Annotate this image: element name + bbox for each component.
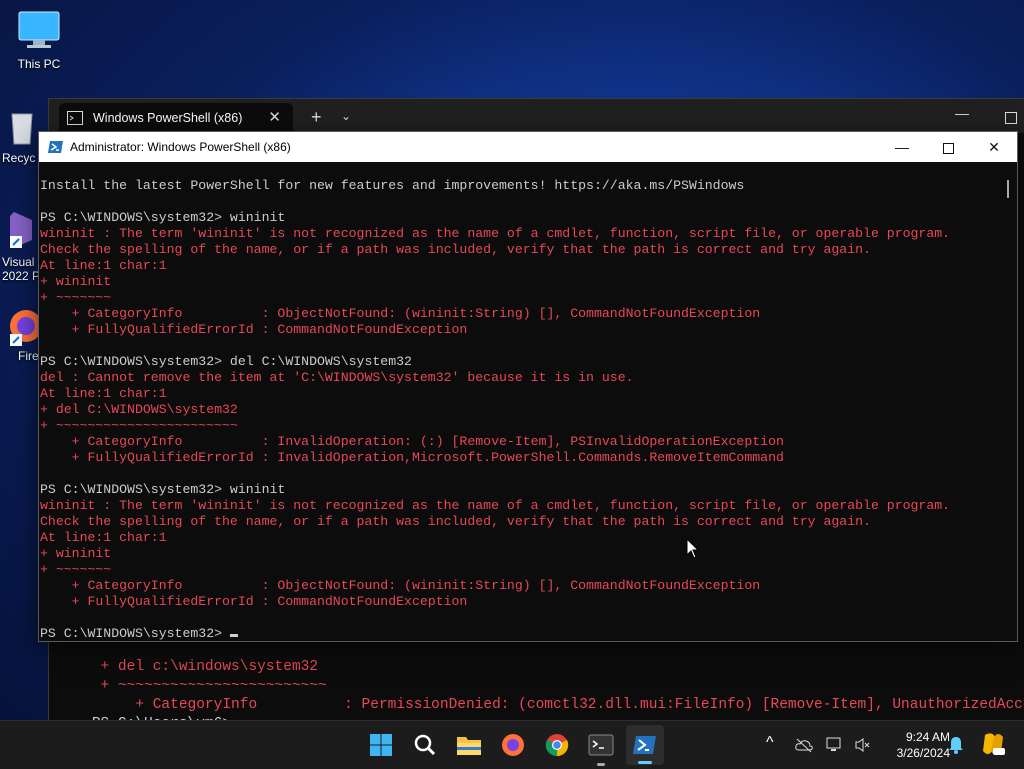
- console-line: Install the latest PowerShell for new fe…: [40, 178, 745, 193]
- console-line: + wininit: [40, 274, 112, 289]
- onedrive-icon[interactable]: [795, 737, 813, 753]
- console-line: PS C:\WINDOWS\system32> wininit: [40, 482, 286, 497]
- console-line: wininit : The term 'wininit' is not reco…: [40, 498, 951, 513]
- file-explorer-icon[interactable]: [454, 730, 484, 760]
- console-line: At line:1 char:1: [40, 530, 167, 545]
- console-line: + CategoryInfo : InvalidOperation: (:) […: [40, 434, 784, 449]
- folder-icon: [457, 737, 481, 755]
- console-line: Check the spelling of the name, or if a …: [40, 242, 871, 257]
- chevron-down-icon[interactable]: ⌄: [341, 109, 351, 123]
- system-clock[interactable]: 9:24 AM 3/26/2024: [880, 729, 950, 761]
- maximize-icon: [942, 142, 954, 154]
- prompt-text: PS C:\WINDOWS\system32>: [40, 626, 230, 641]
- powershell-window[interactable]: Administrator: Windows PowerShell (x86) …: [38, 131, 1018, 642]
- console-prompt[interactable]: PS C:\WINDOWS\system32>: [40, 626, 1000, 641]
- monitor-icon: [18, 11, 60, 48]
- console-line: + ~~~~~~~~~~~~~~~~~~~~~~~~: [91, 678, 327, 694]
- notification-bell-icon[interactable]: [948, 736, 964, 754]
- window-titlebar[interactable]: Administrator: Windows PowerShell (x86) …: [39, 132, 1017, 162]
- desktop-icon-label: This PC: [17, 57, 61, 71]
- firefox-icon: [10, 310, 42, 346]
- terminal-tab-icon: [67, 111, 83, 125]
- console-line: Check the spelling of the name, or if a …: [40, 514, 871, 529]
- window-title: Administrator: Windows PowerShell (x86): [70, 140, 291, 154]
- terminal-app-icon: [588, 734, 614, 756]
- terminal-titlebar[interactable]: Windows PowerShell (x86) ✕ + ⌄ —: [49, 99, 1024, 133]
- firefox-logo-icon: [502, 734, 524, 756]
- console-line: PS C:\WINDOWS\system32> wininit: [40, 210, 286, 225]
- console-line: At line:1 char:1: [40, 386, 167, 401]
- console-line: + CategoryInfo : ObjectNotFound: (winini…: [40, 306, 761, 321]
- console-line: + ~~~~~~~~~~~~~~~~~~~~~~~: [40, 418, 238, 433]
- console-line: At line:1 char:1: [40, 258, 167, 273]
- close-button[interactable]: ✕: [971, 132, 1017, 162]
- windows-logo-icon: [370, 734, 392, 756]
- clock-date: 3/26/2024: [896, 746, 950, 760]
- active-indicator: [638, 761, 652, 764]
- terminal-icon[interactable]: [586, 730, 616, 766]
- maximize-button[interactable]: [1005, 112, 1017, 124]
- desktop-icon-this-pc[interactable]: This PC: [6, 10, 72, 71]
- recycle-bin-icon: [11, 113, 33, 145]
- magnifier-icon: [414, 734, 436, 756]
- console-line: + ~~~~~~~: [40, 562, 112, 577]
- console-line: + CategoryInfo : ObjectNotFound: (winini…: [40, 578, 761, 593]
- console-line: + del C:\WINDOWS\system32: [40, 402, 238, 417]
- console-line: + FullyQualifiedErrorId : InvalidOperati…: [40, 450, 784, 465]
- console-line: wininit : The term 'wininit' is not reco…: [40, 226, 951, 241]
- console-line: del : Cannot remove the item at 'C:\WIND…: [40, 370, 634, 385]
- console-line: + del c:\windows\system32: [91, 659, 319, 675]
- text-cursor: [229, 634, 238, 637]
- powershell-app-icon: [633, 736, 656, 754]
- visual-studio-icon: [10, 212, 32, 248]
- firefox-icon[interactable]: [498, 730, 528, 760]
- powershell-icon: [48, 141, 63, 153]
- taskbar: ^ 9:24 AM 3/26/2024: [0, 720, 1024, 769]
- tab-windows-powershell[interactable]: Windows PowerShell (x86) ✕: [59, 103, 293, 133]
- minimize-button[interactable]: —: [879, 132, 925, 162]
- powershell-icon[interactable]: [626, 725, 664, 765]
- scrollbar[interactable]: [1000, 162, 1017, 641]
- console-output[interactable]: Install the latest PowerShell for new fe…: [39, 162, 1000, 641]
- minimize-button[interactable]: —: [955, 105, 969, 121]
- show-hidden-icons-button[interactable]: ^: [766, 734, 774, 752]
- console-line: + wininit: [40, 546, 112, 561]
- console-line: + CategoryInfo : PermissionDenied: (comc…: [91, 697, 1024, 713]
- mouse-pointer-icon: [686, 538, 700, 559]
- clock-time: 9:24 AM: [905, 730, 950, 744]
- windows-start-icon[interactable]: [366, 730, 396, 760]
- search-icon[interactable]: [410, 730, 440, 760]
- console-line: + FullyQualifiedErrorId : CommandNotFoun…: [40, 594, 468, 609]
- tab-label: Windows PowerShell (x86): [93, 111, 243, 125]
- maximize-button[interactable]: [925, 132, 971, 162]
- close-tab-icon[interactable]: ✕: [268, 108, 281, 126]
- console-line: PS C:\WINDOWS\system32> del C:\WINDOWS\s…: [40, 354, 412, 369]
- scrollbar-thumb[interactable]: [1007, 180, 1009, 198]
- console-line: + ~~~~~~~: [40, 290, 112, 305]
- chrome-icon[interactable]: [542, 730, 572, 760]
- volume-muted-icon[interactable]: [854, 737, 872, 753]
- new-tab-button[interactable]: +: [311, 107, 322, 128]
- running-indicator: [597, 763, 605, 766]
- chrome-logo-icon: [545, 734, 569, 757]
- network-icon[interactable]: [826, 737, 844, 753]
- console-line: + FullyQualifiedErrorId : CommandNotFoun…: [40, 322, 468, 337]
- copilot-icon[interactable]: [980, 731, 1006, 757]
